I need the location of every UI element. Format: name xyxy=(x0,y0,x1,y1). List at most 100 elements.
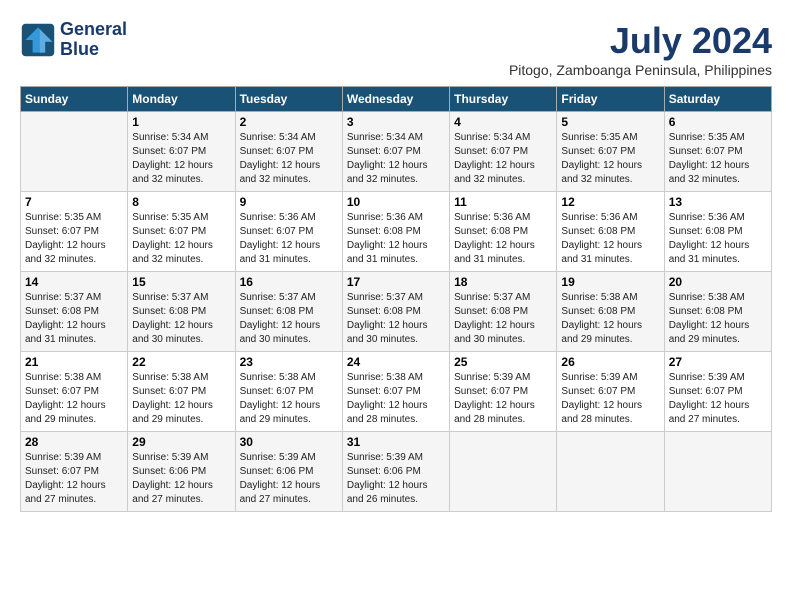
calendar-cell: 20 Sunrise: 5:38 AM Sunset: 6:08 PM Dayli… xyxy=(664,272,771,352)
day-info: Sunrise: 5:36 AM Sunset: 6:08 PM Dayligh… xyxy=(347,211,445,267)
day-info: Sunrise: 5:38 AM Sunset: 6:08 PM Dayligh… xyxy=(669,291,767,347)
calendar-cell xyxy=(21,112,128,192)
calendar-cell: 4 Sunrise: 5:34 AM Sunset: 6:07 PM Daylig… xyxy=(450,112,557,192)
calendar-cell: 19 Sunrise: 5:38 AM Sunset: 6:08 PM Dayli… xyxy=(557,272,664,352)
logo: General Blue xyxy=(20,20,127,60)
week-row-3: 14 Sunrise: 5:37 AM Sunset: 6:08 PM Dayli… xyxy=(21,272,772,352)
calendar-cell: 21 Sunrise: 5:38 AM Sunset: 6:07 PM Dayli… xyxy=(21,352,128,432)
col-header-sunday: Sunday xyxy=(21,87,128,112)
day-number: 25 xyxy=(454,355,552,369)
title-block: July 2024 Pitogo, Zamboanga Peninsula, P… xyxy=(509,20,772,78)
day-number: 19 xyxy=(561,275,659,289)
day-number: 5 xyxy=(561,115,659,129)
week-row-4: 21 Sunrise: 5:38 AM Sunset: 6:07 PM Dayli… xyxy=(21,352,772,432)
calendar-cell xyxy=(664,432,771,512)
calendar-cell: 31 Sunrise: 5:39 AM Sunset: 6:06 PM Dayli… xyxy=(342,432,449,512)
week-row-2: 7 Sunrise: 5:35 AM Sunset: 6:07 PM Daylig… xyxy=(21,192,772,272)
logo-icon xyxy=(20,22,56,58)
calendar-cell: 2 Sunrise: 5:34 AM Sunset: 6:07 PM Daylig… xyxy=(235,112,342,192)
day-info: Sunrise: 5:35 AM Sunset: 6:07 PM Dayligh… xyxy=(25,211,123,267)
day-number: 31 xyxy=(347,435,445,449)
day-info: Sunrise: 5:36 AM Sunset: 6:08 PM Dayligh… xyxy=(561,211,659,267)
day-number: 24 xyxy=(347,355,445,369)
day-number: 8 xyxy=(132,195,230,209)
calendar-cell: 14 Sunrise: 5:37 AM Sunset: 6:08 PM Dayli… xyxy=(21,272,128,352)
day-number: 6 xyxy=(669,115,767,129)
calendar-cell: 28 Sunrise: 5:39 AM Sunset: 6:07 PM Dayli… xyxy=(21,432,128,512)
day-number: 23 xyxy=(240,355,338,369)
day-number: 22 xyxy=(132,355,230,369)
day-info: Sunrise: 5:37 AM Sunset: 6:08 PM Dayligh… xyxy=(454,291,552,347)
location-subtitle: Pitogo, Zamboanga Peninsula, Philippines xyxy=(509,62,772,78)
calendar-cell: 7 Sunrise: 5:35 AM Sunset: 6:07 PM Daylig… xyxy=(21,192,128,272)
day-number: 15 xyxy=(132,275,230,289)
day-number: 4 xyxy=(454,115,552,129)
calendar-cell: 26 Sunrise: 5:39 AM Sunset: 6:07 PM Dayli… xyxy=(557,352,664,432)
day-info: Sunrise: 5:37 AM Sunset: 6:08 PM Dayligh… xyxy=(132,291,230,347)
day-number: 7 xyxy=(25,195,123,209)
day-number: 21 xyxy=(25,355,123,369)
calendar-cell: 3 Sunrise: 5:34 AM Sunset: 6:07 PM Daylig… xyxy=(342,112,449,192)
calendar-cell xyxy=(557,432,664,512)
day-info: Sunrise: 5:38 AM Sunset: 6:07 PM Dayligh… xyxy=(25,371,123,427)
calendar-table: SundayMondayTuesdayWednesdayThursdayFrid… xyxy=(20,86,772,512)
day-number: 9 xyxy=(240,195,338,209)
day-info: Sunrise: 5:34 AM Sunset: 6:07 PM Dayligh… xyxy=(240,131,338,187)
day-info: Sunrise: 5:36 AM Sunset: 6:08 PM Dayligh… xyxy=(669,211,767,267)
day-info: Sunrise: 5:35 AM Sunset: 6:07 PM Dayligh… xyxy=(669,131,767,187)
day-number: 11 xyxy=(454,195,552,209)
day-number: 14 xyxy=(25,275,123,289)
day-info: Sunrise: 5:39 AM Sunset: 6:06 PM Dayligh… xyxy=(132,451,230,507)
week-row-5: 28 Sunrise: 5:39 AM Sunset: 6:07 PM Dayli… xyxy=(21,432,772,512)
logo-text: General Blue xyxy=(60,20,127,60)
calendar-cell: 25Sunrise: 5:39 AM Sunset: 6:07 PM Dayli… xyxy=(450,352,557,432)
day-number: 1 xyxy=(132,115,230,129)
col-header-tuesday: Tuesday xyxy=(235,87,342,112)
day-number: 26 xyxy=(561,355,659,369)
day-number: 20 xyxy=(669,275,767,289)
calendar-cell: 1 Sunrise: 5:34 AM Sunset: 6:07 PM Daylig… xyxy=(128,112,235,192)
day-info: Sunrise: 5:38 AM Sunset: 6:08 PM Dayligh… xyxy=(561,291,659,347)
day-info: Sunrise: 5:39 AM Sunset: 6:07 PM Dayligh… xyxy=(561,371,659,427)
calendar-cell: 24 Sunrise: 5:38 AM Sunset: 6:07 PM Dayli… xyxy=(342,352,449,432)
day-info: Sunrise: 5:34 AM Sunset: 6:07 PM Dayligh… xyxy=(347,131,445,187)
day-info: Sunrise: 5:39 AM Sunset: 6:07 PM Dayligh… xyxy=(25,451,123,507)
calendar-cell: 30Sunrise: 5:39 AM Sunset: 6:06 PM Dayli… xyxy=(235,432,342,512)
day-info: Sunrise: 5:34 AM Sunset: 6:07 PM Dayligh… xyxy=(132,131,230,187)
calendar-cell: 9 Sunrise: 5:36 AM Sunset: 6:07 PM Daylig… xyxy=(235,192,342,272)
day-info: Sunrise: 5:39 AM Sunset: 6:06 PM Dayligh… xyxy=(347,451,445,507)
calendar-cell: 6 Sunrise: 5:35 AM Sunset: 6:07 PM Daylig… xyxy=(664,112,771,192)
day-info: Sunrise: 5:39 AM Sunset: 6:06 PM Dayligh… xyxy=(240,451,338,507)
day-number: 2 xyxy=(240,115,338,129)
day-number: 13 xyxy=(669,195,767,209)
calendar-cell: 10 Sunrise: 5:36 AM Sunset: 6:08 PM Dayli… xyxy=(342,192,449,272)
calendar-cell: 18Sunrise: 5:37 AM Sunset: 6:08 PM Dayli… xyxy=(450,272,557,352)
day-number: 12 xyxy=(561,195,659,209)
calendar-cell: 5Sunrise: 5:35 AM Sunset: 6:07 PM Daylig… xyxy=(557,112,664,192)
month-title: July 2024 xyxy=(509,20,772,62)
calendar-cell: 17 Sunrise: 5:37 AM Sunset: 6:08 PM Dayli… xyxy=(342,272,449,352)
day-number: 28 xyxy=(25,435,123,449)
day-info: Sunrise: 5:39 AM Sunset: 6:07 PM Dayligh… xyxy=(669,371,767,427)
day-info: Sunrise: 5:38 AM Sunset: 6:07 PM Dayligh… xyxy=(347,371,445,427)
day-info: Sunrise: 5:37 AM Sunset: 6:08 PM Dayligh… xyxy=(25,291,123,347)
col-header-wednesday: Wednesday xyxy=(342,87,449,112)
calendar-cell: 15 Sunrise: 5:37 AM Sunset: 6:08 PM Dayli… xyxy=(128,272,235,352)
day-info: Sunrise: 5:34 AM Sunset: 6:07 PM Dayligh… xyxy=(454,131,552,187)
day-number: 3 xyxy=(347,115,445,129)
calendar-cell: 22 Sunrise: 5:38 AM Sunset: 6:07 PM Dayli… xyxy=(128,352,235,432)
calendar-cell: 11 Sunrise: 5:36 AM Sunset: 6:08 PM Dayli… xyxy=(450,192,557,272)
day-number: 17 xyxy=(347,275,445,289)
page-header: General Blue July 2024 Pitogo, Zamboanga… xyxy=(20,20,772,78)
day-info: Sunrise: 5:36 AM Sunset: 6:07 PM Dayligh… xyxy=(240,211,338,267)
day-info: Sunrise: 5:38 AM Sunset: 6:07 PM Dayligh… xyxy=(240,371,338,427)
day-number: 10 xyxy=(347,195,445,209)
day-info: Sunrise: 5:38 AM Sunset: 6:07 PM Dayligh… xyxy=(132,371,230,427)
day-info: Sunrise: 5:37 AM Sunset: 6:08 PM Dayligh… xyxy=(347,291,445,347)
day-info: Sunrise: 5:36 AM Sunset: 6:08 PM Dayligh… xyxy=(454,211,552,267)
calendar-cell: 23 Sunrise: 5:38 AM Sunset: 6:07 PM Dayli… xyxy=(235,352,342,432)
col-header-monday: Monday xyxy=(128,87,235,112)
day-number: 27 xyxy=(669,355,767,369)
calendar-cell: 16Sunrise: 5:37 AM Sunset: 6:08 PM Dayli… xyxy=(235,272,342,352)
day-info: Sunrise: 5:35 AM Sunset: 6:07 PM Dayligh… xyxy=(132,211,230,267)
